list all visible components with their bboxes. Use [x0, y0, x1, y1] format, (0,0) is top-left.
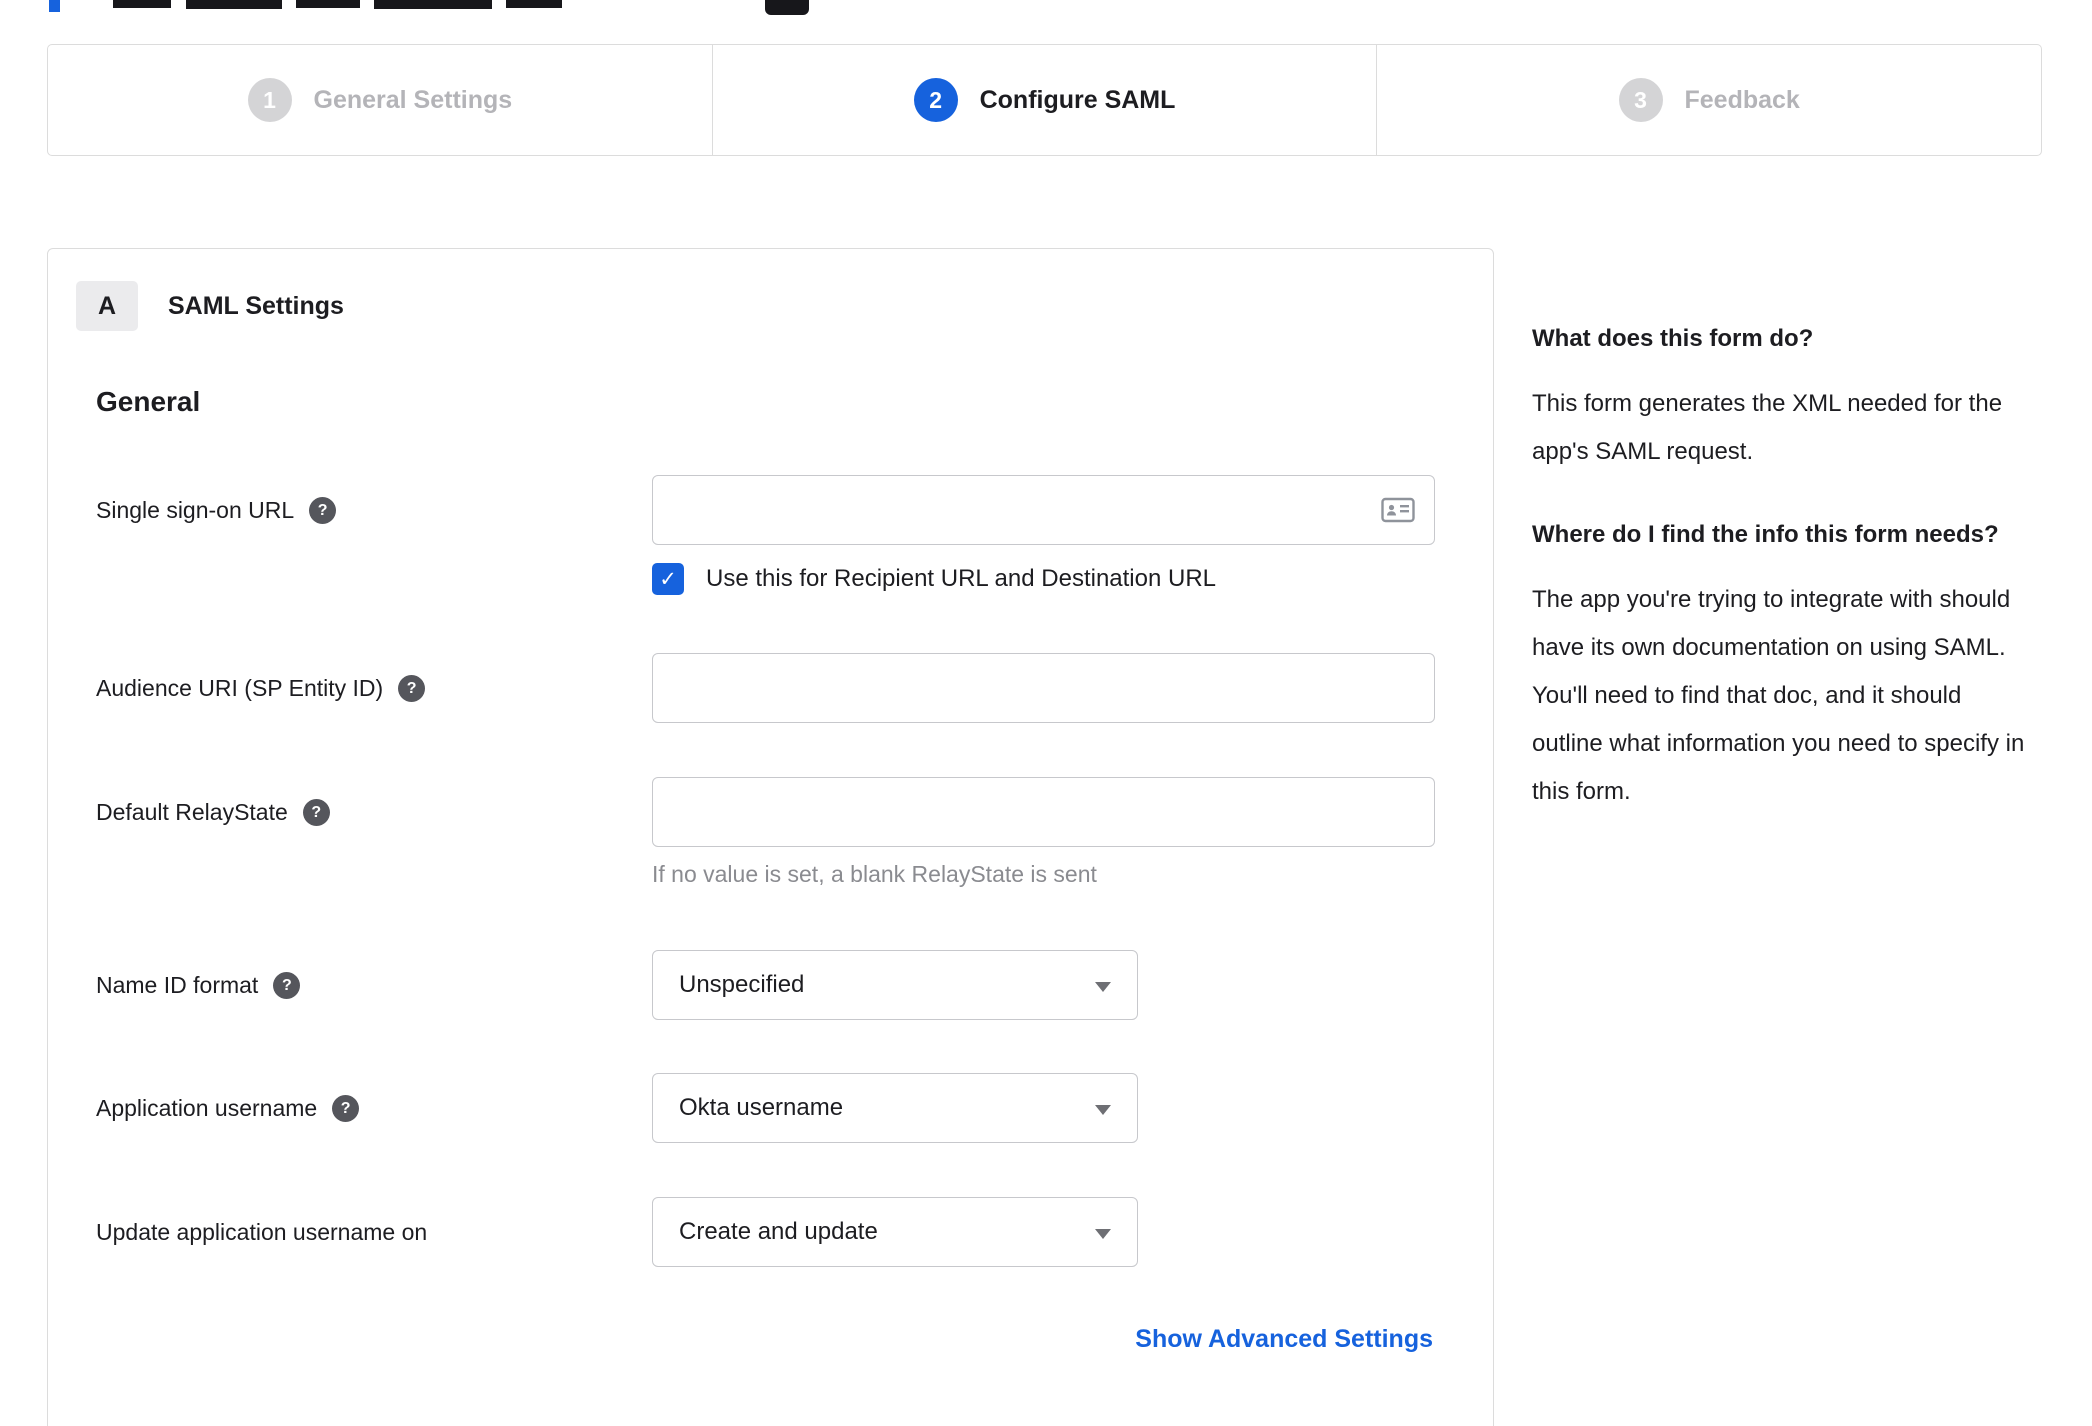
relaystate-hint: If no value is set, a blank RelayState i… — [652, 861, 1097, 887]
nameid-label-cell: Name ID format ? — [96, 950, 652, 1020]
cutoff-blue-fragment — [49, 0, 60, 12]
sidebar-question-2: Where do I find the info this form needs… — [1532, 521, 1999, 548]
caret-down-icon — [1095, 1229, 1111, 1239]
application-username-select[interactable]: Okta username — [652, 1073, 1138, 1143]
sso-label-cell: Single sign-on URL ? — [96, 475, 652, 595]
update-username-select[interactable]: Create and update — [652, 1197, 1138, 1267]
saml-settings-panel: A SAML Settings General Single sign-on U… — [47, 248, 1494, 1426]
field-row-audience: Audience URI (SP Entity ID) ? — [96, 653, 1435, 723]
nameid-label: Name ID format — [96, 972, 259, 998]
step-number-badge: 2 — [913, 78, 958, 122]
step-label: General Settings — [313, 85, 513, 114]
wizard-stepper: 1 General Settings 2 Configure SAML 3 Fe… — [47, 44, 2042, 156]
sso-control-cell: ✓ Use this for Recipient URL and Destina… — [652, 475, 1435, 595]
field-row-relaystate: Default RelayState ? If no value is set,… — [96, 777, 1435, 889]
audience-uri-input[interactable] — [652, 653, 1435, 723]
cutoff-title-fragment — [113, 0, 171, 8]
contact-card-icon[interactable] — [1381, 495, 1415, 530]
help-icon[interactable]: ? — [398, 675, 426, 702]
caret-down-icon — [1095, 1105, 1111, 1115]
relaystate-control-cell: If no value is set, a blank RelayState i… — [652, 777, 1435, 889]
step-label: Configure SAML — [979, 85, 1176, 114]
appusername-label-cell: Application username ? — [96, 1073, 652, 1143]
appusername-label: Application username — [96, 1095, 318, 1121]
nameid-control-cell: Unspecified — [652, 950, 1435, 1020]
sso-recipient-checkbox-row: ✓ Use this for Recipient URL and Destina… — [652, 563, 1435, 595]
field-row-appusername: Application username ? Okta username — [96, 1073, 1435, 1143]
step-label: Feedback — [1684, 85, 1800, 114]
sso-label: Single sign-on URL — [96, 497, 295, 523]
field-row-sso: Single sign-on URL ? ✓ Use this for Reci… — [96, 475, 1435, 595]
relaystate-input[interactable] — [652, 777, 1435, 847]
help-icon[interactable]: ? — [273, 972, 301, 999]
audience-input-wrap — [652, 653, 1435, 723]
updateusername-label-cell: Update application username on — [96, 1197, 652, 1267]
sidebar-answer-1: This form generates the XML needed for t… — [1532, 390, 2003, 465]
step-configure-saml[interactable]: 2 Configure SAML — [711, 45, 1377, 155]
application-username-value: Okta username — [679, 1094, 844, 1121]
panel-header: A SAML Settings — [48, 281, 1493, 331]
sidebar-answer-2: The app you're trying to integrate with … — [1532, 586, 2025, 805]
cutoff-title-fragment — [186, 0, 282, 9]
show-advanced-settings-link[interactable]: Show Advanced Settings — [1135, 1325, 1433, 1353]
audience-label: Audience URI (SP Entity ID) — [96, 675, 384, 701]
recipient-url-checkbox[interactable]: ✓ — [652, 563, 684, 595]
sso-url-input[interactable] — [652, 475, 1435, 545]
audience-label-cell: Audience URI (SP Entity ID) ? — [96, 653, 652, 723]
update-username-value: Create and update — [679, 1218, 878, 1245]
cutoff-title-fragment — [296, 0, 360, 8]
nameid-format-value: Unspecified — [679, 971, 805, 998]
step-general-settings[interactable]: 1 General Settings — [48, 45, 712, 155]
cutoff-logo-fragment — [765, 0, 809, 15]
saml-form: Single sign-on URL ? ✓ Use this for Reci… — [96, 475, 1435, 1267]
step-feedback[interactable]: 3 Feedback — [1376, 45, 2041, 155]
sidebar-question-1: What does this form do? — [1532, 325, 1814, 352]
nameid-format-select[interactable]: Unspecified — [652, 950, 1138, 1020]
sso-input-wrap — [652, 475, 1435, 545]
help-icon[interactable]: ? — [309, 497, 337, 524]
field-row-nameid: Name ID format ? Unspecified — [96, 950, 1435, 1020]
cutoff-title-fragment — [374, 0, 492, 9]
advanced-settings-row: Show Advanced Settings — [48, 1325, 1493, 1354]
audience-control-cell — [652, 653, 1435, 723]
step-number-badge: 1 — [247, 78, 292, 122]
section-letter-badge: A — [76, 281, 138, 331]
cutoff-title-fragment — [506, 0, 562, 8]
help-icon[interactable]: ? — [302, 799, 330, 826]
help-sidebar: What does this form do? This form genera… — [1532, 322, 2026, 858]
relaystate-label: Default RelayState — [96, 799, 288, 825]
help-icon[interactable]: ? — [332, 1095, 360, 1122]
general-section-title: General — [96, 386, 201, 417]
updateusername-control-cell: Create and update — [652, 1197, 1435, 1267]
relaystate-label-cell: Default RelayState ? — [96, 777, 652, 889]
caret-down-icon — [1095, 982, 1111, 992]
panel-title: SAML Settings — [168, 291, 344, 320]
updateusername-label: Update application username on — [96, 1219, 428, 1245]
field-row-updateusername: Update application username on Create an… — [96, 1197, 1435, 1267]
appusername-control-cell: Okta username — [652, 1073, 1435, 1143]
step-number-badge: 3 — [1618, 78, 1663, 122]
relaystate-input-wrap — [652, 777, 1435, 847]
recipient-url-checkbox-label: Use this for Recipient URL and Destinati… — [706, 565, 1217, 592]
